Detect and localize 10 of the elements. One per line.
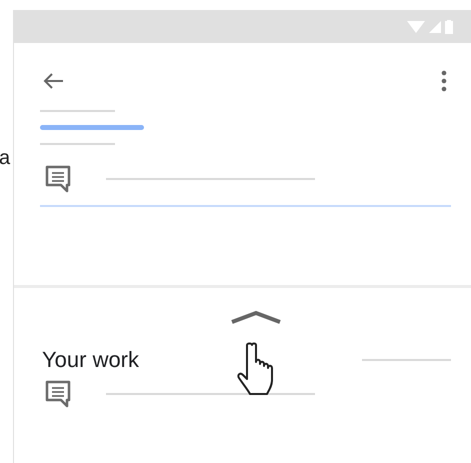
chevron-up-icon[interactable] [230,310,282,324]
more-icon[interactable] [441,70,447,92]
back-arrow-icon[interactable] [42,72,64,90]
comment-icon[interactable] [45,380,71,408]
cut-off-letter: a [0,146,12,170]
sheet-title: Your work [42,346,140,374]
comment-icon[interactable] [45,165,71,193]
battery-icon [445,20,453,34]
wifi-icon [407,20,425,32]
signal-icon [429,20,441,32]
